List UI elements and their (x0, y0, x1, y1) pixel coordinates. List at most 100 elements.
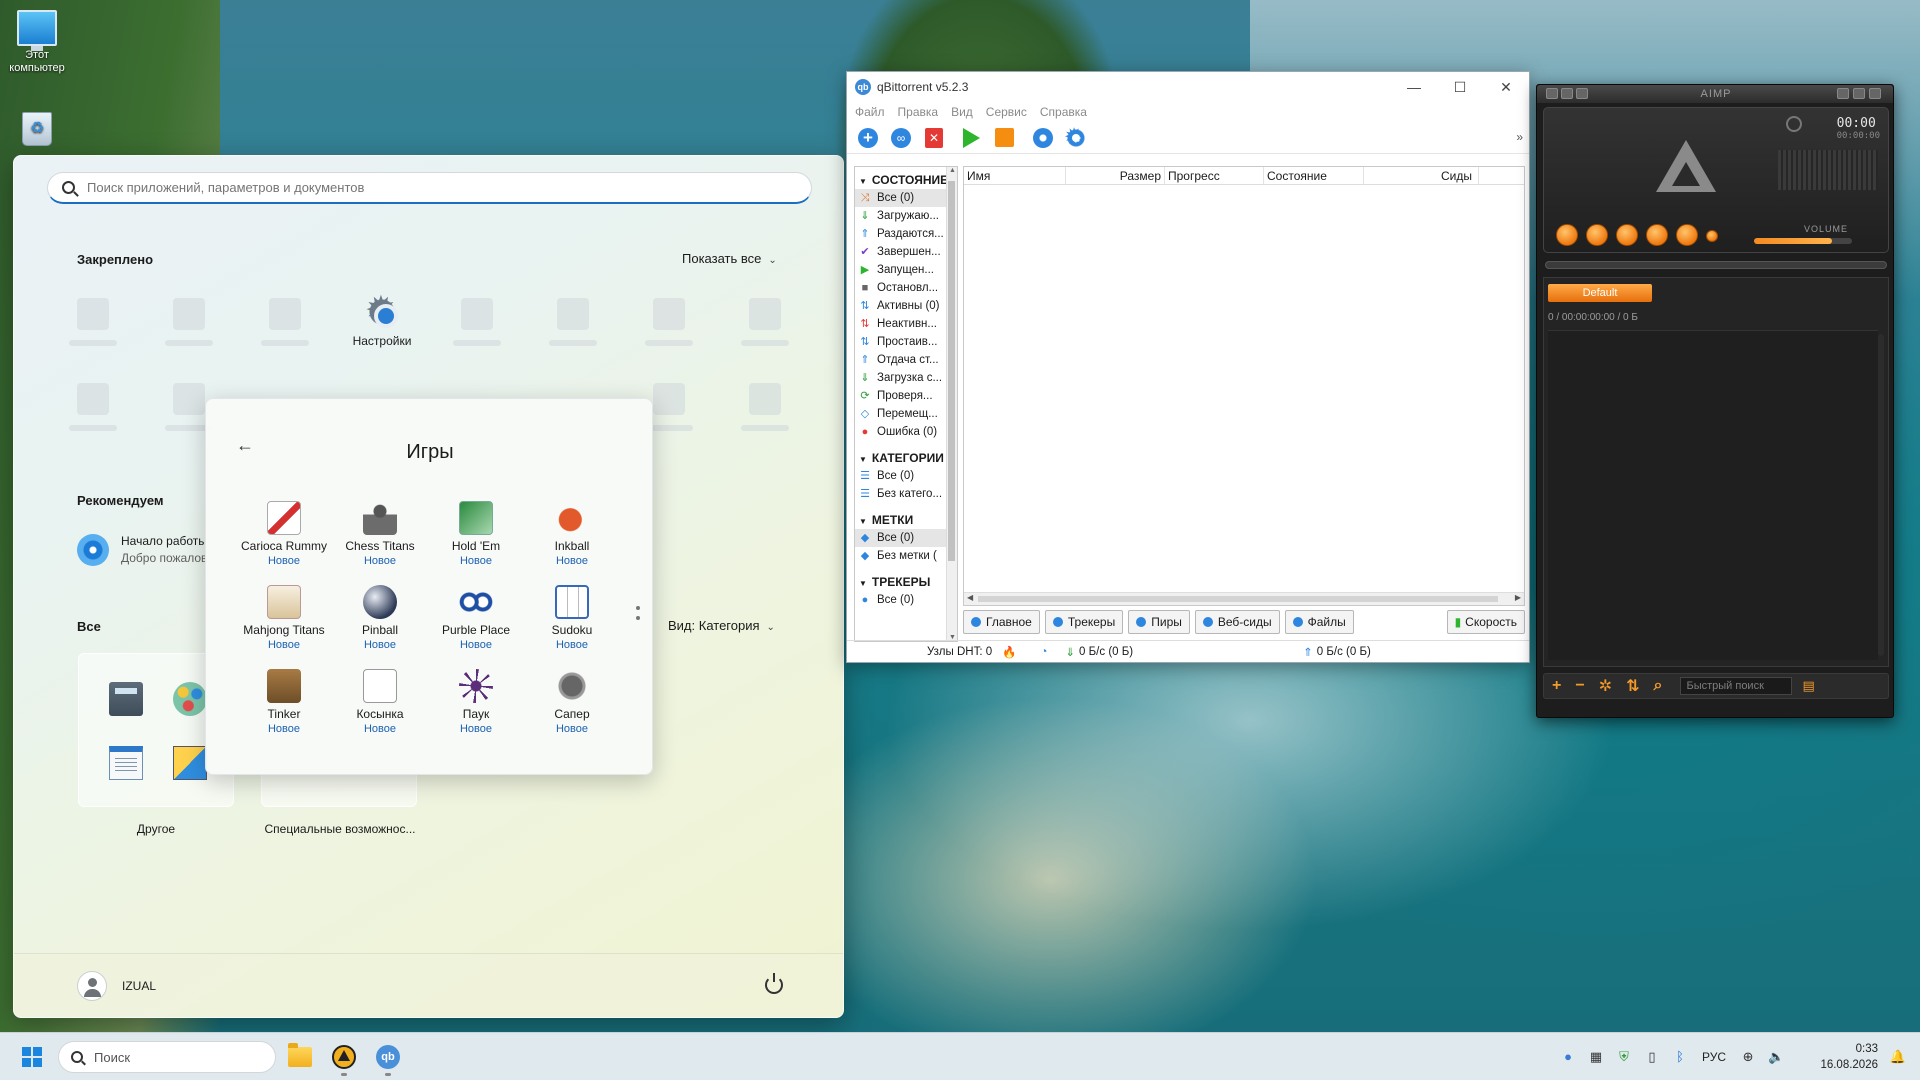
column-header-size[interactable]: Размер (1066, 167, 1165, 184)
start-button[interactable] (22, 1047, 42, 1067)
open-file-button[interactable] (1706, 230, 1718, 242)
close-icon[interactable]: ✕ (1483, 72, 1529, 102)
taskbar-search[interactable]: Поиск (58, 1041, 276, 1073)
tray-icon[interactable] (1853, 88, 1865, 99)
status-section-header[interactable]: ▼ СОСТОЯНИЕ (855, 171, 957, 189)
status-filter-item[interactable]: ▶ Запущен... (855, 261, 957, 279)
status-filter-item[interactable]: ⇅ Простаив... (855, 333, 957, 351)
next-button[interactable] (1676, 224, 1698, 246)
play-button[interactable] (1586, 224, 1608, 246)
desktop-icon-recycle-bin[interactable]: ♻ (2, 112, 72, 149)
tags-section-header[interactable]: ▼ МЕТКИ (855, 511, 957, 529)
input-language-indicator[interactable]: РУС (1702, 1050, 1726, 1064)
recommended-item-get-started[interactable]: Начало работы Добро пожалов (77, 534, 207, 566)
qbittorrent-tray-icon[interactable]: ● (1560, 1049, 1576, 1065)
sidebar-scrollbar[interactable] (946, 167, 957, 641)
game-inkball[interactable]: Inkball Новое (524, 501, 620, 567)
playlist-scrollbar[interactable] (1878, 334, 1884, 656)
list-horizontal-scrollbar[interactable]: ◀ ▶ (964, 592, 1524, 605)
status-filter-item[interactable]: ⇑ Раздаются... (855, 225, 957, 243)
status-filter-item[interactable]: ✔ Завершен... (855, 243, 957, 261)
speed-limit-icon[interactable]: ◔ (1040, 646, 1047, 658)
remote-control-button[interactable] (1031, 126, 1055, 150)
game-pinball[interactable]: Pinball Новое (332, 585, 428, 651)
categories-section-header[interactable]: ▼ КАТЕГОРИИ (855, 449, 957, 467)
qbittorrent-titlebar[interactable]: qb qBittorrent v5.2.3 — ☐ ✕ (847, 72, 1529, 102)
status-filter-item[interactable]: ⇅ Активны (0) (855, 297, 957, 315)
sort-icon[interactable]: ⇅ (1626, 676, 1639, 696)
security-shield-icon[interactable]: ⛨ (1616, 1049, 1632, 1065)
game-hold-em[interactable]: Hold 'Em Новое (428, 501, 524, 567)
desktop-icon-this-pc[interactable]: Этот компьютер (2, 10, 72, 75)
quick-search-input[interactable]: Быстрый поиск (1680, 677, 1793, 695)
tab-general[interactable]: Главное (963, 610, 1040, 634)
add-link-button[interactable]: ∞ (889, 126, 913, 150)
status-filter-item[interactable]: ◇ Перемещ... (855, 405, 957, 423)
taskbar-app-aimp[interactable] (328, 1041, 360, 1076)
tab-peers[interactable]: Пиры (1128, 610, 1190, 634)
status-filter-item[interactable]: ■ Остановл... (855, 279, 957, 297)
game-solitaire[interactable]: Косынка Новое (332, 669, 428, 735)
add-torrent-button[interactable]: + (856, 126, 880, 150)
tab-speed[interactable]: ▮ Скорость (1446, 610, 1525, 634)
game-sudoku[interactable]: Sudoku Новое (524, 585, 620, 651)
bluetooth-icon[interactable]: ᛒ (1672, 1049, 1688, 1065)
pinned-app-settings[interactable]: Настройки (337, 288, 427, 348)
delete-torrent-button[interactable]: ✕ (922, 126, 946, 150)
tag-item-untagged[interactable]: ◆ Без метки ( (855, 547, 957, 565)
scroll-left-icon[interactable]: ◀ (967, 593, 973, 602)
power-icon[interactable] (1786, 116, 1802, 132)
tab-files[interactable]: Файлы (1284, 610, 1354, 634)
menu-view[interactable]: Вид (951, 105, 973, 119)
torrent-list[interactable]: Имя Размер Прогресс Состояние Сиды ◀ ▶ (963, 166, 1525, 606)
game-mahjong-titans[interactable]: Mahjong Titans Новое (236, 585, 332, 651)
upload-speed-label[interactable]: 0 Б/с (0 Б) (1317, 646, 1371, 658)
status-filter-item[interactable]: ● Ошибка (0) (855, 423, 957, 441)
network-globe-icon[interactable]: ⊕ (1740, 1049, 1756, 1065)
trackers-section-header[interactable]: ▼ ТРЕКЕРЫ (855, 573, 957, 591)
status-filter-item[interactable]: ⇓ Загружаю... (855, 207, 957, 225)
game-tinker[interactable]: Tinker Новое (236, 669, 332, 735)
aimp-titlebar[interactable]: AIMP (1537, 85, 1893, 103)
column-header-status[interactable]: Состояние (1264, 167, 1364, 184)
taskbar-app-qbittorrent[interactable]: qb (372, 1041, 404, 1076)
usb-device-icon[interactable]: ▯ (1644, 1049, 1660, 1065)
tab-trackers[interactable]: Трекеры (1044, 610, 1124, 634)
scroll-right-icon[interactable]: ▶ (1515, 593, 1521, 602)
volume-slider[interactable] (1754, 238, 1852, 244)
power-icon[interactable] (765, 973, 783, 994)
start-search-box[interactable] (47, 172, 812, 204)
prev-button[interactable] (1556, 224, 1578, 246)
view-by-button[interactable]: Вид: Категория ⌄ (660, 614, 783, 637)
user-name[interactable]: IZUAL (122, 979, 156, 993)
tag-item-all[interactable]: ◆ Все (0) (855, 529, 957, 547)
remove-files-icon[interactable]: − (1575, 677, 1584, 695)
taskbar-clock[interactable]: 0:33 16.08.2026 (1820, 1041, 1878, 1073)
minimize-icon[interactable] (1837, 88, 1849, 99)
status-filter-item[interactable]: ⇑ Отдача ст... (855, 351, 957, 369)
menu-help[interactable]: Справка (1040, 105, 1087, 119)
category-item-all[interactable]: ☰ Все (0) (855, 467, 957, 485)
search-icon[interactable]: ⌕ (1654, 677, 1663, 695)
user-avatar[interactable] (77, 971, 107, 1001)
notification-bell-icon[interactable]: 🔔 (1890, 1049, 1906, 1065)
tracker-item-all[interactable]: ● Все (0) (855, 591, 957, 609)
folder-page-indicator[interactable] (636, 606, 640, 626)
stop-button[interactable] (992, 126, 1016, 150)
column-header-name[interactable]: Имя (964, 167, 1066, 184)
game-chess-titans[interactable]: Chess Titans Новое (332, 501, 428, 567)
menu-tools[interactable]: Сервис (986, 105, 1027, 119)
firewall-flame-icon[interactable]: 🔥 (1002, 645, 1016, 659)
playlist-tab-default[interactable]: Default (1548, 284, 1652, 302)
menu-edit[interactable]: Правка (898, 105, 939, 119)
maximize-icon[interactable]: ☐ (1437, 72, 1483, 102)
category-item-uncategorized[interactable]: ☰ Без катего... (855, 485, 957, 503)
status-filter-item[interactable]: ⤨ Все (0) (855, 189, 957, 207)
display-tray-icon[interactable]: ▦ (1588, 1049, 1604, 1065)
column-header-progress[interactable]: Прогресс (1165, 167, 1264, 184)
start-search-input[interactable] (87, 180, 767, 195)
game-spider-solitaire[interactable]: Паук Новое (428, 669, 524, 735)
status-filter-item[interactable]: ⇅ Неактивн... (855, 315, 957, 333)
add-files-icon[interactable]: + (1552, 677, 1561, 695)
download-speed-label[interactable]: 0 Б/с (0 Б) (1079, 646, 1133, 658)
